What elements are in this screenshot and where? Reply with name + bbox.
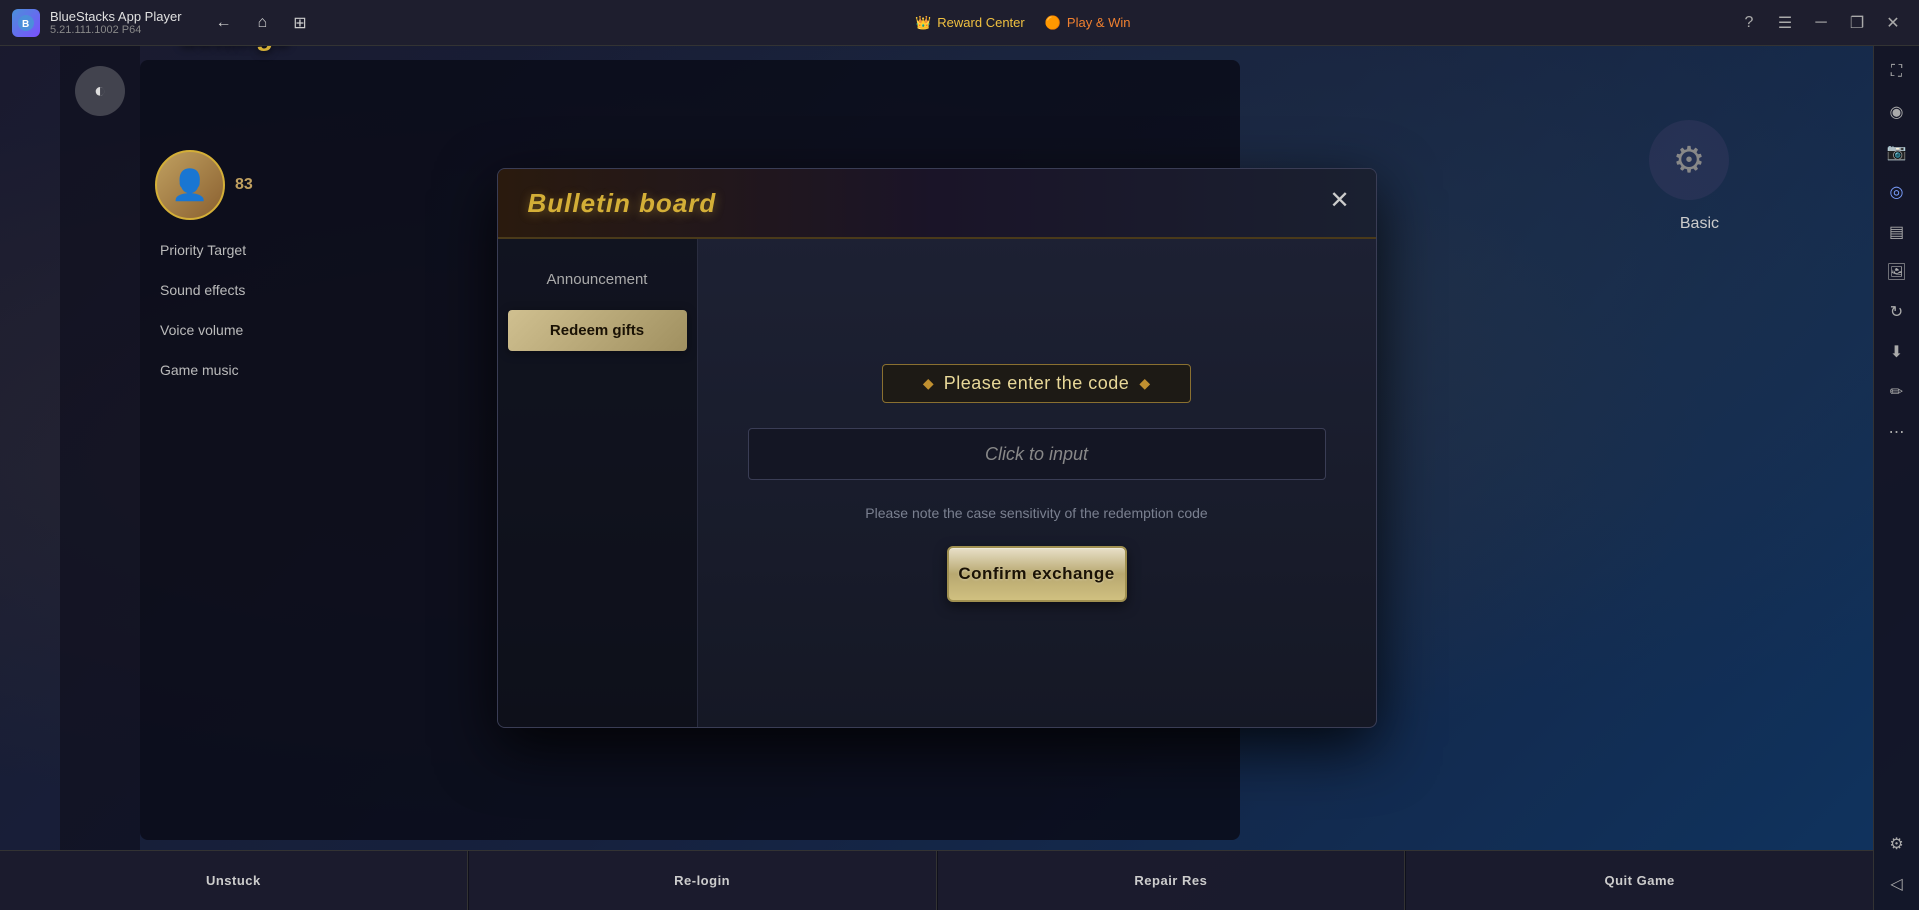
svg-text:B: B [22,19,29,30]
image-icon[interactable]: 🖼 [1879,254,1915,290]
home-button[interactable]: ⌂ [254,10,272,36]
rotate-icon[interactable]: ↻ [1879,294,1915,330]
menu-button[interactable]: ☰ [1771,9,1799,37]
app-logo: B [12,9,40,37]
reward-center-button[interactable]: 👑 Reward Center [915,15,1025,31]
code-header: ◆ Please enter the code ◆ [882,364,1191,403]
minimize-button[interactable]: ─ [1807,9,1835,37]
bulletin-content: ◆ Please enter the code ◆ Please note th… [698,239,1376,727]
bottom-bar: Unstuck Re-login Repair Res Quit Game [0,850,1873,910]
download-icon[interactable]: ⬇ [1879,334,1915,370]
tab-redeem-gifts[interactable]: Redeem gifts [508,310,687,351]
app-title: BlueStacks App Player [50,9,182,24]
record-icon[interactable]: ◉ [1879,94,1915,130]
play-win-button[interactable]: 🟠 Play & Win [1045,15,1131,31]
bulletin-modal: Bulletin board ✕ Announcement Redeem gif… [497,168,1377,728]
brush-icon[interactable]: ✏ [1879,374,1915,410]
bulletin-header: Bulletin board ✕ [498,169,1376,239]
code-header-text: Please enter the code [944,373,1130,394]
tab-announcement[interactable]: Announcement [508,259,687,300]
confirm-exchange-button[interactable]: Confirm exchange [947,546,1127,602]
back-button[interactable]: ← [212,10,236,36]
diamond-left-icon: ◆ [923,375,934,392]
settings-sidebar-icon[interactable]: ⚙ [1879,826,1915,862]
screenshot-icon[interactable]: 📷 [1879,134,1915,170]
code-input-container[interactable] [748,428,1326,480]
app-version: 5.21.111.1002 P64 [50,24,182,36]
help-button[interactable]: ? [1735,9,1763,37]
location-icon[interactable]: ◎ [1879,174,1915,210]
coin-icon: 🟠 [1045,15,1061,31]
restore-button[interactable]: ❐ [1843,9,1871,37]
title-bar: B BlueStacks App Player 5.21.111.1002 P6… [0,0,1919,46]
note-text: Please note the case sensitivity of the … [865,505,1207,521]
repair-res-button[interactable]: Repair Res [938,851,1406,910]
layers-icon[interactable]: ▤ [1879,214,1915,250]
bulletin-close-button[interactable]: ✕ [1324,184,1356,216]
bulletin-body: Announcement Redeem gifts ◆ Please enter… [498,239,1376,727]
bulletin-title: Bulletin board [528,188,717,219]
bulletin-tabs: Announcement Redeem gifts [498,239,698,727]
crown-icon: 👑 [915,15,931,31]
code-input-field[interactable] [749,429,1325,479]
bookmark-button[interactable]: ⊞ [289,9,310,37]
modal-overlay: Bulletin board ✕ Announcement Redeem gif… [0,46,1873,850]
more-icon[interactable]: ⋯ [1879,414,1915,450]
re-login-button[interactable]: Re-login [469,851,937,910]
arrow-collapse-icon[interactable]: ◁ [1879,866,1915,902]
code-input-wrapper [748,428,1326,480]
diamond-right-icon: ◆ [1139,375,1150,392]
right-sidebar: ⛶ ◉ 📷 ◎ ▤ 🖼 ↻ ⬇ ✏ ⋯ ⚙ ◁ [1873,46,1919,910]
fullscreen-icon[interactable]: ⛶ [1879,54,1915,90]
quit-game-button[interactable]: Quit Game [1406,851,1873,910]
unstuck-button[interactable]: Unstuck [0,851,468,910]
close-window-button[interactable]: ✕ [1879,9,1907,37]
